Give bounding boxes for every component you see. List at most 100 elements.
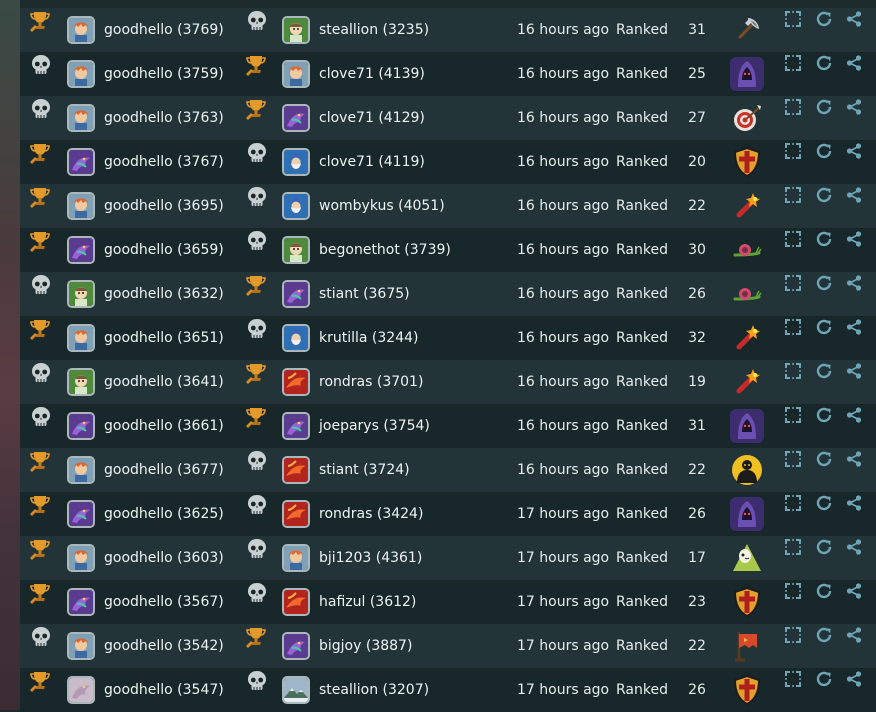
player-avatar[interactable] (67, 368, 95, 396)
opponent-avatar[interactable] (282, 412, 310, 440)
player-avatar[interactable] (67, 676, 95, 704)
replay-button[interactable] (813, 8, 835, 30)
opponent-name[interactable]: steallion (3207) (319, 668, 429, 712)
opponent-avatar[interactable] (282, 104, 310, 132)
player-avatar[interactable] (67, 280, 95, 308)
player-name[interactable]: goodhello (3767) (104, 140, 224, 184)
share-button[interactable] (843, 140, 865, 162)
share-button[interactable] (843, 316, 865, 338)
share-button[interactable] (843, 184, 865, 206)
share-button[interactable] (843, 272, 865, 294)
expand-button[interactable] (782, 228, 804, 250)
opponent-avatar[interactable] (282, 544, 310, 572)
player-name[interactable]: goodhello (3763) (104, 96, 224, 140)
expand-button[interactable] (782, 536, 804, 558)
replay-button[interactable] (813, 140, 835, 162)
opponent-avatar[interactable] (282, 148, 310, 176)
share-button[interactable] (843, 96, 865, 118)
opponent-name[interactable]: wombykus (4051) (319, 184, 445, 228)
replay-button[interactable] (813, 360, 835, 382)
player-name[interactable]: goodhello (3625) (104, 492, 224, 536)
player-avatar[interactable] (67, 236, 95, 264)
expand-button[interactable] (782, 316, 804, 338)
replay-button[interactable] (813, 404, 835, 426)
player-name[interactable]: goodhello (3661) (104, 404, 224, 448)
player-avatar[interactable] (67, 588, 95, 616)
replay-button[interactable] (813, 96, 835, 118)
player-name[interactable]: goodhello (3641) (104, 360, 224, 404)
opponent-avatar[interactable] (282, 632, 310, 660)
replay-button[interactable] (813, 448, 835, 470)
opponent-name[interactable]: stiant (3724) (319, 448, 410, 492)
replay-button[interactable] (813, 668, 835, 690)
player-avatar[interactable] (67, 324, 95, 352)
replay-button[interactable] (813, 316, 835, 338)
expand-button[interactable] (782, 8, 804, 30)
expand-button[interactable] (782, 492, 804, 514)
expand-button[interactable] (782, 448, 804, 470)
expand-button[interactable] (782, 272, 804, 294)
replay-button[interactable] (813, 624, 835, 646)
player-name[interactable]: goodhello (3769) (104, 8, 224, 52)
opponent-name[interactable]: stiant (3675) (319, 272, 410, 316)
player-avatar[interactable] (67, 192, 95, 220)
expand-button[interactable] (782, 96, 804, 118)
share-button[interactable] (843, 8, 865, 30)
share-button[interactable] (843, 492, 865, 514)
opponent-avatar[interactable] (282, 192, 310, 220)
player-name[interactable]: goodhello (3695) (104, 184, 224, 228)
player-avatar[interactable] (67, 456, 95, 484)
expand-button[interactable] (782, 184, 804, 206)
opponent-avatar[interactable] (282, 60, 310, 88)
expand-button[interactable] (782, 668, 804, 690)
opponent-name[interactable]: krutilla (3244) (319, 316, 418, 360)
share-button[interactable] (843, 668, 865, 690)
opponent-avatar[interactable] (282, 676, 310, 704)
replay-button[interactable] (813, 184, 835, 206)
opponent-name[interactable]: bigjoy (3887) (319, 624, 412, 668)
player-name[interactable]: goodhello (3759) (104, 52, 224, 96)
share-button[interactable] (843, 404, 865, 426)
player-name[interactable]: goodhello (3547) (104, 668, 224, 712)
share-button[interactable] (843, 580, 865, 602)
replay-button[interactable] (813, 580, 835, 602)
opponent-avatar[interactable] (282, 236, 310, 264)
share-button[interactable] (843, 360, 865, 382)
replay-button[interactable] (813, 52, 835, 74)
player-avatar[interactable] (67, 632, 95, 660)
opponent-name[interactable]: bji1203 (4361) (319, 536, 422, 580)
opponent-name[interactable]: begonethot (3739) (319, 228, 451, 272)
expand-button[interactable] (782, 360, 804, 382)
share-button[interactable] (843, 624, 865, 646)
opponent-name[interactable]: joeparys (3754) (319, 404, 430, 448)
player-avatar[interactable] (67, 544, 95, 572)
opponent-avatar[interactable] (282, 456, 310, 484)
replay-button[interactable] (813, 536, 835, 558)
replay-button[interactable] (813, 492, 835, 514)
opponent-avatar[interactable] (282, 500, 310, 528)
opponent-name[interactable]: clove71 (4139) (319, 52, 425, 96)
share-button[interactable] (843, 52, 865, 74)
expand-button[interactable] (782, 140, 804, 162)
share-button[interactable] (843, 448, 865, 470)
player-name[interactable]: goodhello (3603) (104, 536, 224, 580)
player-name[interactable]: goodhello (3651) (104, 316, 224, 360)
expand-button[interactable] (782, 624, 804, 646)
opponent-name[interactable]: clove71 (4129) (319, 96, 425, 140)
player-avatar[interactable] (67, 60, 95, 88)
opponent-avatar[interactable] (282, 588, 310, 616)
player-name[interactable]: goodhello (3632) (104, 272, 224, 316)
opponent-name[interactable]: steallion (3235) (319, 8, 429, 52)
opponent-avatar[interactable] (282, 16, 310, 44)
player-name[interactable]: goodhello (3542) (104, 624, 224, 668)
player-name[interactable]: goodhello (3567) (104, 580, 224, 624)
player-avatar[interactable] (67, 104, 95, 132)
opponent-avatar[interactable] (282, 280, 310, 308)
opponent-name[interactable]: rondras (3424) (319, 492, 423, 536)
expand-button[interactable] (782, 404, 804, 426)
opponent-avatar[interactable] (282, 368, 310, 396)
opponent-name[interactable]: hafizul (3612) (319, 580, 416, 624)
opponent-name[interactable]: clove71 (4119) (319, 140, 425, 184)
player-avatar[interactable] (67, 148, 95, 176)
opponent-avatar[interactable] (282, 324, 310, 352)
